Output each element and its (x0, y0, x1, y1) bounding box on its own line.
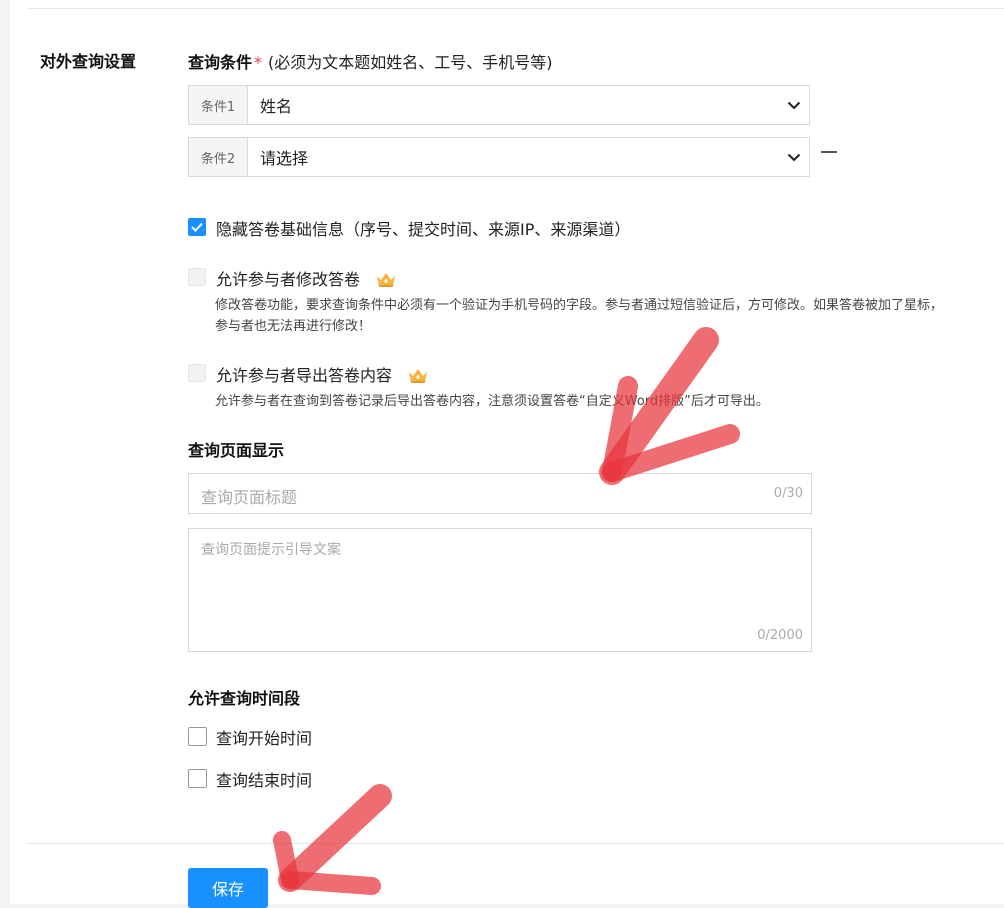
start-time-checkbox[interactable] (188, 727, 207, 746)
condition-1-label: 条件1 (189, 86, 248, 124)
start-time-label: 查询开始时间 (216, 729, 313, 748)
condition-1-select[interactable]: 条件1 姓名 (188, 85, 810, 125)
query-conditions-title: 查询条件 * (必须为文本题如姓名、工号、手机号等) (188, 49, 553, 73)
time-period-title: 允许查询时间段 (188, 689, 301, 708)
crown-icon (409, 369, 428, 383)
condition-2-label: 条件2 (189, 138, 248, 176)
bottom-divider (28, 843, 1004, 844)
query-conditions-label: 查询条件 (188, 53, 253, 72)
end-time-label: 查询结束时间 (216, 771, 313, 790)
allow-export-checkbox[interactable] (188, 364, 206, 382)
allow-export-label: 允许参与者导出答卷内容 (216, 366, 393, 385)
condition-2-select[interactable]: 条件2 请选择 (188, 137, 810, 177)
allow-modify-label: 允许参与者修改答卷 (216, 270, 361, 289)
guide-text-counter: 0/2000 (757, 628, 803, 643)
end-time-checkbox[interactable] (188, 769, 207, 788)
query-conditions-hint: (必须为文本题如姓名、工号、手机号等) (268, 53, 553, 72)
allow-modify-option: 允许参与者修改答卷 (216, 266, 397, 290)
settings-panel (10, 0, 1004, 904)
page-title-placeholder: 查询页面标题 (201, 488, 298, 507)
check-icon (191, 222, 203, 232)
hide-basic-info-checkbox[interactable] (188, 218, 206, 236)
chevron-down-icon[interactable] (779, 86, 809, 124)
minus-icon[interactable] (821, 151, 837, 153)
guide-text-placeholder: 查询页面提示引导文案 (201, 542, 341, 558)
hide-basic-info-label: 隐藏答卷基础信息（序号、提交时间、来源IP、来源渠道） (216, 220, 631, 239)
required-mark: * (254, 53, 263, 72)
top-divider (28, 8, 1004, 9)
allow-export-option: 允许参与者导出答卷内容 (216, 362, 429, 386)
guide-text-textarea[interactable]: 查询页面提示引导文案 0/2000 (188, 528, 812, 652)
page-title-input[interactable]: 查询页面标题 0/30 (188, 473, 812, 514)
condition-1-value: 姓名 (260, 97, 293, 116)
save-button[interactable]: 保存 (188, 868, 268, 908)
allow-modify-desc: 修改答卷功能，要求查询条件中必须有一个验证为手机号码的字段。参与者通过短信验证后… (215, 298, 944, 334)
page-title-counter: 0/30 (773, 486, 803, 501)
condition-2-value: 请选择 (260, 149, 309, 168)
section-label: 对外查询设置 (40, 52, 137, 71)
chevron-down-icon[interactable] (779, 138, 809, 176)
allow-export-desc: 允许参与者在查询到答卷记录后导出答卷内容，注意须设置答卷“自定义Word排版”后… (215, 394, 769, 409)
query-page-title: 查询页面显示 (188, 441, 285, 460)
allow-modify-checkbox[interactable] (188, 268, 206, 286)
crown-icon (377, 273, 396, 287)
